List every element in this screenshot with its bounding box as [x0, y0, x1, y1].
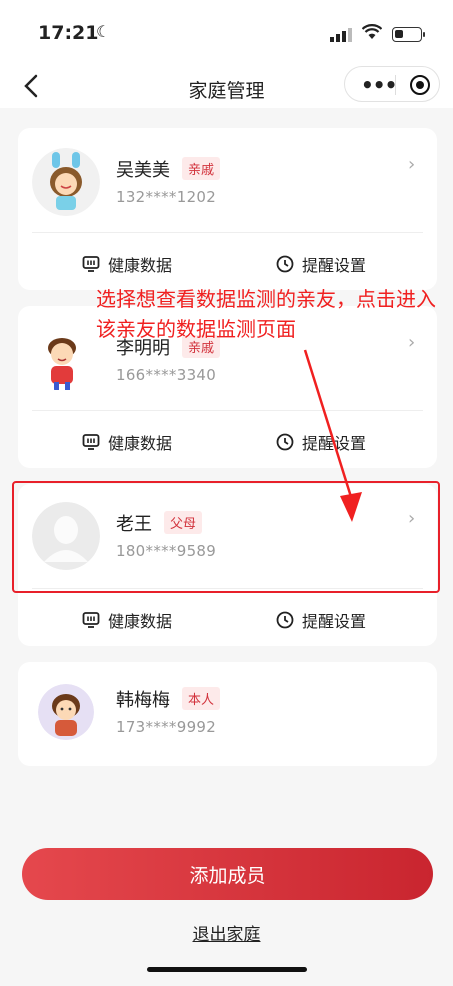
member-avatar	[32, 324, 100, 392]
health-data-label: 健康数据	[108, 612, 173, 631]
reminder-settings-label: 提醒设置	[302, 434, 367, 453]
member-avatar	[38, 684, 94, 740]
mini-program-capsule: •••	[344, 66, 440, 102]
annotation-text: 选择想查看数据监测的亲友，点击进入该亲友的数据监测页面	[96, 287, 436, 341]
clock-icon	[276, 433, 294, 451]
member-name: 韩梅梅	[116, 690, 170, 711]
health-data-button[interactable]: 健康数据	[82, 252, 172, 276]
reminder-settings-label: 提醒设置	[302, 256, 367, 275]
status-bar: 17:21 ☾	[0, 0, 453, 64]
health-data-label: 健康数据	[108, 434, 173, 453]
quit-family-link[interactable]: 退出家庭	[0, 920, 453, 945]
member-phone: 166****3340	[116, 366, 217, 384]
add-member-button[interactable]: 添加成员	[22, 848, 433, 900]
relation-tag: 本人	[182, 687, 221, 710]
reminder-settings-button[interactable]: 提醒设置	[276, 608, 366, 632]
signal-icon	[330, 28, 352, 42]
highlight-box	[12, 481, 440, 593]
wifi-icon	[361, 24, 383, 45]
monitor-icon	[82, 256, 100, 272]
moon-icon: ☾	[96, 22, 111, 41]
battery-icon	[392, 27, 425, 42]
divider	[32, 410, 423, 411]
health-data-label: 健康数据	[108, 256, 173, 275]
health-data-button[interactable]: 健康数据	[82, 608, 172, 632]
clock-icon	[276, 611, 294, 629]
target-icon[interactable]	[410, 75, 430, 95]
nav-bar: 家庭管理 •••	[0, 64, 453, 108]
member-phone: 173****9992	[116, 718, 217, 736]
status-time: 17:21	[38, 22, 99, 44]
member-card[interactable]: 韩梅梅 本人 173****9992	[18, 662, 437, 766]
chevron-right-icon: ›	[408, 154, 416, 175]
home-indicator	[147, 967, 307, 972]
reminder-settings-button[interactable]: 提醒设置	[276, 430, 366, 454]
health-data-button[interactable]: 健康数据	[82, 430, 172, 454]
reminder-settings-button[interactable]: 提醒设置	[276, 252, 366, 276]
more-dots-icon[interactable]: •••	[361, 73, 397, 97]
member-card[interactable]: 吴美美 亲戚 132****1202 › 健康数据 提醒设置	[18, 128, 437, 290]
clock-icon	[276, 255, 294, 273]
reminder-settings-label: 提醒设置	[302, 612, 367, 631]
member-phone: 132****1202	[116, 188, 217, 206]
capsule-divider	[395, 75, 396, 95]
member-name: 吴美美	[116, 160, 170, 181]
member-avatar	[32, 148, 100, 216]
monitor-icon	[82, 434, 100, 450]
divider	[32, 232, 423, 233]
monitor-icon	[82, 612, 100, 628]
relation-tag: 亲戚	[182, 157, 221, 180]
